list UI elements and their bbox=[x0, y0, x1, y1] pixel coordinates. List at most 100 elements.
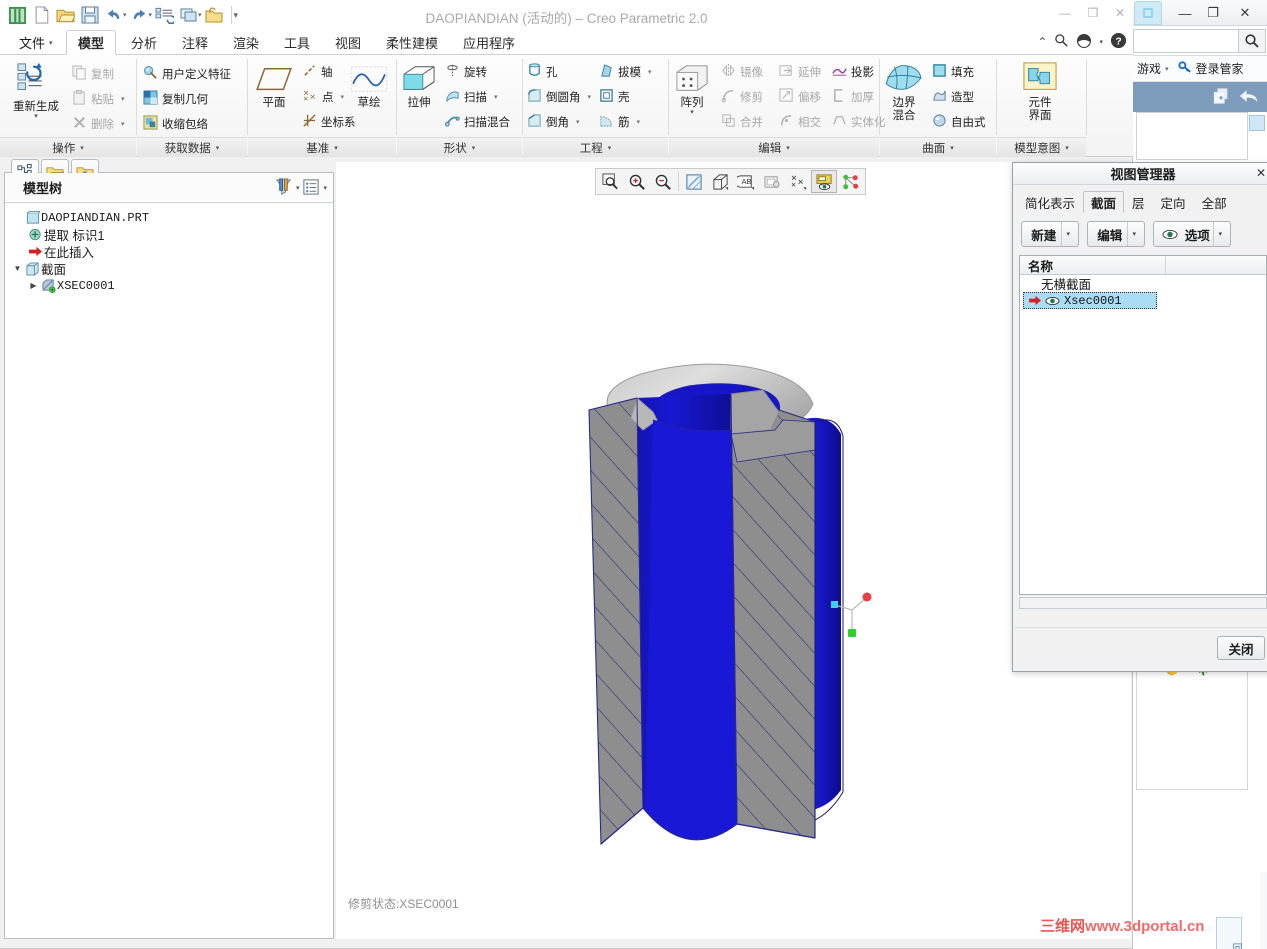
view-manager-close-button[interactable]: 关闭 bbox=[1217, 636, 1265, 660]
rib-caret-icon[interactable]: ▾ bbox=[637, 118, 641, 126]
tree-columns-icon[interactable] bbox=[302, 178, 320, 199]
saved-orientations-icon[interactable] bbox=[759, 170, 785, 193]
window-dropdown-icon[interactable]: ▾ bbox=[198, 11, 202, 19]
copy-geometry-button[interactable]: 复制几何 bbox=[143, 88, 208, 110]
browser-search-button[interactable] bbox=[1238, 29, 1266, 53]
regenerate-button[interactable]: 重新生成 ▾ bbox=[6, 61, 66, 120]
open-file-icon[interactable] bbox=[54, 3, 77, 27]
round-caret-icon[interactable]: ▾ bbox=[588, 93, 592, 101]
filter-settings-icon[interactable] bbox=[274, 177, 293, 199]
tab-file[interactable]: 文件 ▾ bbox=[8, 30, 64, 55]
trim-button[interactable]: 修剪 bbox=[721, 86, 763, 108]
browser-close-button[interactable]: ✕ bbox=[1233, 3, 1257, 23]
view-manager-list[interactable]: 名称 无横截面 Xsec0001 bbox=[1019, 255, 1267, 595]
component-interface-button[interactable]: 元件 界面 bbox=[1011, 61, 1069, 123]
tree-node-sections[interactable]: ▼ 截面 bbox=[5, 260, 333, 277]
datum-display-filters-icon[interactable]: ✕ ✕ ✕ bbox=[785, 170, 811, 193]
account-icon[interactable] bbox=[1076, 33, 1092, 52]
mirror-button[interactable]: 镜像 bbox=[721, 61, 763, 83]
delete-button[interactable]: 删除 ▾ bbox=[72, 113, 125, 135]
vm-new-caret-icon[interactable]: ▾ bbox=[1061, 222, 1074, 246]
search-icon[interactable] bbox=[1054, 33, 1069, 51]
open-folder-icon[interactable] bbox=[203, 3, 226, 27]
vm-tab-layers[interactable]: 层 bbox=[1124, 191, 1153, 213]
merge-button[interactable]: 合并 bbox=[721, 111, 763, 133]
sweep-button[interactable]: 扫描 ▾ bbox=[445, 86, 498, 108]
ribbon-group-operations-label[interactable]: 操作 ▾ bbox=[0, 137, 136, 157]
udf-button[interactable]: 用户定义特征 bbox=[143, 63, 231, 85]
intersect-button[interactable]: 相交 bbox=[779, 111, 821, 133]
vm-edit-button[interactable]: 编辑 ▾ bbox=[1087, 221, 1145, 247]
redo-dropdown-icon[interactable]: ▾ bbox=[149, 11, 153, 19]
sketch-button[interactable]: 草绘 bbox=[346, 65, 392, 110]
offset-button[interactable]: 偏移 bbox=[779, 86, 821, 108]
creo-maximize-button[interactable]: ❐ bbox=[1080, 4, 1106, 22]
reply-arrow-icon[interactable] bbox=[1238, 87, 1259, 108]
section-display-icon[interactable] bbox=[811, 170, 837, 193]
shell-button[interactable]: 壳 bbox=[599, 86, 630, 108]
new-file-icon[interactable] bbox=[30, 3, 53, 27]
vm-tab-orientation[interactable]: 定向 bbox=[1153, 191, 1194, 213]
chamfer-button[interactable]: 倒角 ▾ bbox=[527, 111, 580, 133]
ribbon-group-surfaces-label[interactable]: 曲面 ▾ bbox=[880, 137, 996, 157]
regenerate-icon[interactable] bbox=[153, 3, 176, 27]
hole-button[interactable]: 孔 bbox=[527, 61, 558, 83]
browser-tab-active[interactable] bbox=[1134, 1, 1162, 25]
tree-node-part[interactable]: DAOPIANDIAN.PRT bbox=[5, 209, 333, 226]
draft-button[interactable]: 拔模 ▾ bbox=[599, 61, 652, 83]
bookmark-games-label[interactable]: 游戏 bbox=[1137, 60, 1161, 77]
vm-edit-caret-icon[interactable]: ▾ bbox=[1127, 222, 1140, 246]
chamfer-caret-icon[interactable]: ▾ bbox=[576, 118, 580, 126]
style-button[interactable]: 造型 bbox=[932, 86, 974, 108]
datum-point-button[interactable]: ✕ ✕ ✕ 点 ▾ bbox=[302, 86, 344, 108]
copy-button[interactable]: 复制 bbox=[72, 63, 114, 85]
datum-plane-button[interactable]: 平面 bbox=[250, 65, 298, 110]
tab-tools[interactable]: 工具 bbox=[273, 30, 321, 55]
paste-button[interactable]: 粘贴 ▾ bbox=[72, 88, 125, 110]
window-switch-icon[interactable] bbox=[177, 3, 200, 27]
boundary-blend-button[interactable]: 边界 混合 bbox=[880, 61, 928, 123]
account-caret-icon[interactable]: ▾ bbox=[1099, 38, 1103, 46]
ribbon-group-edit-label[interactable]: 编辑 ▾ bbox=[669, 137, 879, 157]
add-page-icon[interactable] bbox=[1212, 87, 1231, 108]
browser-restore-button[interactable]: ❐ bbox=[1201, 3, 1225, 23]
view-manager-close-icon[interactable]: ✕ bbox=[1253, 165, 1267, 181]
vm-options-caret-icon[interactable]: ▾ bbox=[1213, 222, 1226, 246]
pattern-button[interactable]: 阵列 ▾ bbox=[669, 63, 715, 116]
zoom-to-fit-icon[interactable] bbox=[598, 170, 624, 193]
tree-node-extract[interactable]: 提取 标识1 bbox=[5, 226, 333, 243]
tab-render[interactable]: 渲染 bbox=[222, 30, 270, 55]
creo-minimize-button[interactable]: — bbox=[1052, 4, 1078, 22]
extend-button[interactable]: 延伸 bbox=[779, 61, 821, 83]
browser-editor-box[interactable] bbox=[1136, 112, 1265, 160]
pattern-caret-icon[interactable]: ▾ bbox=[690, 109, 694, 116]
solidify-button[interactable]: 实体化 bbox=[832, 111, 886, 133]
tab-view[interactable]: 视图 bbox=[324, 30, 372, 55]
extrude-button[interactable]: 拉伸 bbox=[397, 63, 441, 110]
ribbon-group-engineering-label[interactable]: 工程 ▾ bbox=[523, 137, 668, 157]
view-manager-list-scrollbar[interactable] bbox=[1019, 597, 1267, 609]
tab-flexible-modeling[interactable]: 柔性建模 bbox=[375, 30, 449, 55]
tab-annotate[interactable]: 注释 bbox=[171, 30, 219, 55]
browser-search-input[interactable] bbox=[1133, 29, 1238, 53]
browser-minimize-button[interactable]: — bbox=[1173, 3, 1197, 23]
save-icon[interactable] bbox=[78, 3, 101, 27]
zoom-out-icon[interactable] bbox=[650, 170, 676, 193]
tree-twisty-sections[interactable]: ▼ bbox=[11, 264, 24, 273]
sweep-caret-icon[interactable]: ▾ bbox=[494, 93, 498, 101]
tab-model[interactable]: 模型 bbox=[66, 30, 117, 55]
vm-new-button[interactable]: 新建 ▾ bbox=[1021, 221, 1079, 247]
project-button[interactable]: 投影 bbox=[832, 61, 874, 83]
freestyle-button[interactable]: 自由式 bbox=[932, 111, 986, 133]
bookmark-caret-icon[interactable]: ▾ bbox=[1165, 65, 1169, 73]
tree-node-insert-here[interactable]: 在此插入 bbox=[5, 243, 333, 260]
ribbon-group-datum-label[interactable]: 基准 ▾ bbox=[248, 137, 396, 157]
login-manager-label[interactable]: 登录管家 bbox=[1196, 60, 1244, 77]
fill-button[interactable]: 填充 bbox=[932, 61, 974, 83]
tab-applications[interactable]: 应用程序 bbox=[452, 30, 526, 55]
spin-center-icon[interactable] bbox=[837, 170, 863, 193]
delete-caret-icon[interactable]: ▾ bbox=[121, 120, 125, 128]
undo-icon[interactable] bbox=[102, 3, 125, 27]
tree-columns-caret-icon[interactable]: ▾ bbox=[323, 184, 327, 192]
vm-row-xsec0001[interactable]: Xsec0001 bbox=[1023, 292, 1157, 309]
